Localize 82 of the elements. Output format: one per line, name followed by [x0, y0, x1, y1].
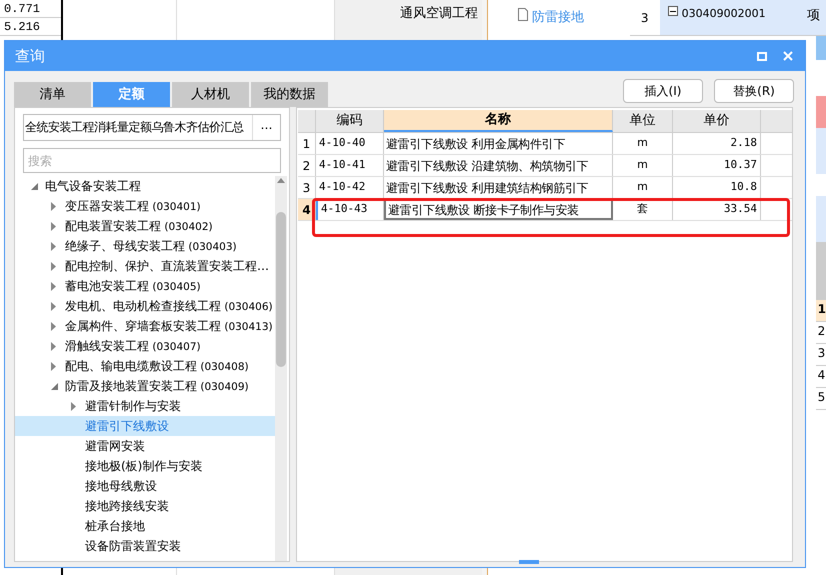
- tree-item[interactable]: 避雷针制作与安装: [85, 397, 181, 415]
- collapsed-triangle-icon[interactable]: [51, 362, 56, 370]
- row-number: 1: [298, 133, 316, 154]
- scroll-up-icon[interactable]: [277, 178, 285, 183]
- tree-item[interactable]: 配电、输电电缆敷设工程 (030408): [65, 356, 249, 376]
- action-button[interactable]: 替换(R): [714, 79, 794, 103]
- table-cell: [816, 96, 826, 128]
- tab[interactable]: 清单: [14, 82, 91, 107]
- tab[interactable]: 人材机: [172, 82, 249, 107]
- unit-cell: m: [613, 177, 673, 198]
- dialog-title: 查询: [15, 46, 45, 67]
- tree-item[interactable]: 设备防雷装置安装: [85, 537, 181, 555]
- tree-item[interactable]: 滑触线安装工程 (030407): [65, 336, 201, 356]
- scrollbar[interactable]: [275, 176, 287, 561]
- unit-cell: 套: [613, 199, 673, 220]
- column-header[interactable]: 单价: [673, 110, 761, 132]
- tree-item[interactable]: 接地母线敷设: [85, 477, 157, 495]
- collapsed-triangle-icon[interactable]: [51, 262, 56, 270]
- name-cell: 避雷引下线敷设 沿建筑物、构筑物引下: [384, 155, 613, 176]
- tree-item[interactable]: 电气设备安装工程: [45, 177, 141, 195]
- code-cell-text: 030409002001: [682, 6, 766, 22]
- collapsed-triangle-icon[interactable]: [51, 342, 56, 350]
- unit-cell-text: 项: [807, 7, 820, 25]
- tree-item[interactable]: 金属构件、穿墙套板安装工程 (030413): [65, 316, 273, 336]
- close-icon[interactable]: [783, 51, 793, 61]
- collapsed-triangle-icon[interactable]: [51, 322, 56, 330]
- row-number: 3: [640, 10, 650, 26]
- table-row[interactable]: 1 4-10-40 避雷引下线敷设 利用金属构件引下 m 2.18: [298, 133, 792, 155]
- tree-item[interactable]: 配电控制、保护、直流装置安装工程…: [65, 257, 269, 275]
- table-cell: [816, 128, 826, 174]
- unit-cell: m: [613, 155, 673, 176]
- tree-item[interactable]: 绝缘子、母线安装工程 (030403): [65, 236, 237, 256]
- document-icon: [518, 8, 528, 21]
- tree-item[interactable]: 接地极(板)制作与安装: [85, 457, 202, 475]
- splitter-handle[interactable]: [519, 560, 539, 564]
- collapse-icon[interactable]: [668, 6, 678, 16]
- value-cell: 0.771: [0, 0, 61, 18]
- table-row[interactable]: 2 4-10-41 避雷引下线敷设 沿建筑物、构筑物引下 m 10.37: [298, 155, 792, 177]
- tree-item[interactable]: 防雷及接地装置安装工程 (030409): [65, 376, 249, 396]
- row-number: 1: [816, 300, 826, 322]
- tree-item[interactable]: 蓄电池安装工程 (030405): [65, 276, 201, 296]
- tree-item[interactable]: 发电机、电动机检查接线工程 (030406): [65, 296, 273, 316]
- expanded-triangle-icon[interactable]: [51, 382, 58, 390]
- expanded-triangle-icon[interactable]: [31, 182, 38, 190]
- tree-item[interactable]: 桩承台接地: [85, 517, 145, 535]
- collapsed-triangle-icon[interactable]: [51, 302, 56, 310]
- price-cell: 2.18: [673, 133, 761, 154]
- tree-item[interactable]: 避雷网安装: [85, 437, 145, 455]
- code-cell: 4-10-41: [316, 155, 384, 176]
- row-number: 2: [298, 155, 316, 176]
- collapsed-triangle-icon[interactable]: [51, 282, 56, 290]
- collapsed-triangle-icon[interactable]: [71, 402, 76, 410]
- tree-item[interactable]: 配电装置安装工程 (030402): [65, 216, 213, 236]
- column-header[interactable]: 名称: [384, 110, 613, 132]
- unit-cell: m: [613, 133, 673, 154]
- collapsed-triangle-icon[interactable]: [51, 202, 56, 210]
- price-cell: 10.37: [673, 155, 761, 176]
- row-number: 3: [298, 177, 316, 198]
- panel-header: [816, 242, 826, 300]
- value-cell: 5.216: [0, 18, 61, 36]
- price-cell: 33.54: [673, 199, 761, 220]
- name-cell: 避雷引下线敷设 利用金属构件引下: [384, 133, 613, 154]
- table-cell: [816, 196, 826, 242]
- code-cell: 4-10-40: [316, 133, 384, 154]
- row-number: 3: [816, 344, 826, 366]
- maximize-icon[interactable]: [757, 52, 767, 60]
- price-cell: 10.8: [673, 177, 761, 198]
- row-number: 2: [816, 322, 826, 344]
- table-cell: [816, 36, 826, 60]
- tab[interactable]: 我的数据: [251, 82, 328, 107]
- code-cell: 4-10-42: [316, 177, 384, 198]
- tree-item[interactable]: 接地跨接线安装: [85, 497, 169, 515]
- row-number: 4: [816, 366, 826, 388]
- tree-item[interactable]: 变压器安装工程 (030401): [65, 196, 201, 216]
- collapsed-triangle-icon[interactable]: [51, 242, 56, 250]
- name-cell: 避雷引下线敷设 利用建筑结构钢筋引下: [384, 177, 613, 198]
- collapsed-triangle-icon[interactable]: [51, 222, 56, 230]
- category-label[interactable]: 通风空调工程: [400, 4, 482, 24]
- action-button[interactable]: 插入(I): [623, 79, 703, 103]
- column-header[interactable]: 单位: [613, 110, 673, 132]
- row-number: 5: [816, 388, 826, 410]
- search-field[interactable]: 搜索: [23, 148, 281, 173]
